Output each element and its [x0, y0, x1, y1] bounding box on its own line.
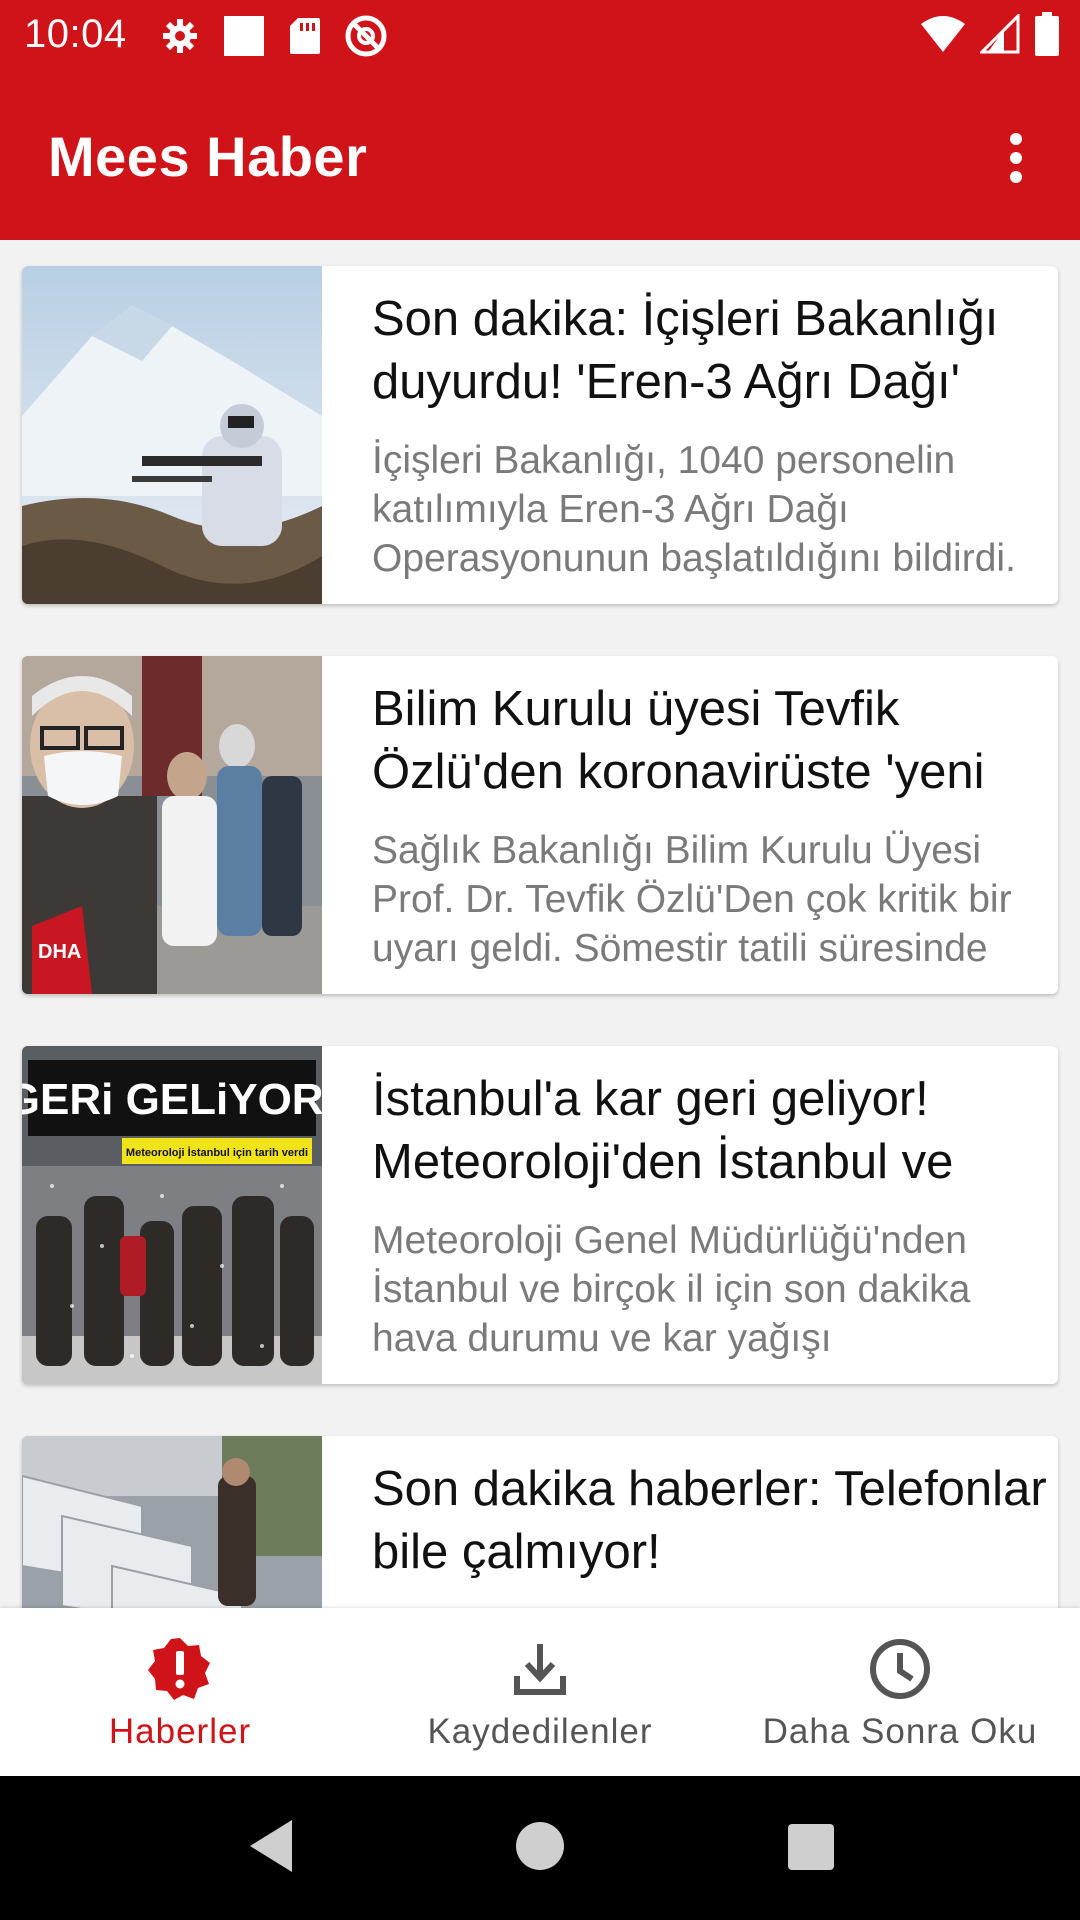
news-summary: Sağlık Bakanlığı Bilim Kurulu Üyesi Prof…: [372, 829, 1012, 970]
alert-badge-icon: [147, 1636, 213, 1707]
status-bar: 10:04: [0, 0, 1080, 72]
settings-icon: [160, 16, 200, 56]
more-vert-icon: [1008, 132, 1024, 189]
news-thumbnail: GERi GELiYOR! Meteoroloji İstanbul için …: [22, 1046, 322, 1384]
app-bar: Mees Haber: [0, 72, 1080, 240]
download-icon: [507, 1636, 573, 1707]
bottom-navigation: Haberler Kaydedilenler Daha Sonra Oku: [0, 1608, 1080, 1776]
recents-icon[interactable]: [784, 1814, 840, 1883]
news-title: Bilim Kurulu üyesi Tevfik Özlü'den koron…: [372, 682, 985, 799]
app-title: Mees Haber: [48, 125, 368, 188]
news-card-text: Son dakika haberler: Telefonlar bile çal…: [372, 1458, 1052, 1608]
do-not-disturb-icon: [344, 14, 388, 58]
cell-signal-icon: [980, 14, 1020, 54]
news-thumbnail: [22, 1436, 322, 1608]
news-title: Son dakika: İçişleri Bakanlığı duyurdu! …: [372, 292, 999, 409]
news-feed[interactable]: Son dakika: İçişleri Bakanlığı duyurdu! …: [0, 240, 1080, 1608]
square-icon: [222, 14, 266, 58]
news-card[interactable]: GERi GELiYOR! Meteoroloji İstanbul için …: [22, 1046, 1058, 1384]
news-card[interactable]: DHA Bilim Kurulu üyesi Tevfik Özlü'den k…: [22, 656, 1058, 994]
system-navigation-bar: [0, 1776, 1080, 1920]
more-options-button[interactable]: [980, 124, 1052, 196]
nav-label: Daha Sonra Oku: [762, 1712, 1038, 1751]
home-icon[interactable]: [512, 1814, 568, 1883]
clock-icon: [867, 1636, 933, 1707]
news-card-text: Bilim Kurulu üyesi Tevfik Özlü'den koron…: [372, 678, 1052, 978]
nav-label: Kaydedilenler: [427, 1712, 653, 1751]
wifi-icon: [920, 14, 966, 54]
news-summary: Meteoroloji Genel Müdürlüğü'nden İstanbu…: [372, 1219, 971, 1360]
nav-item-kaydedilenler[interactable]: Kaydedilenler: [360, 1608, 720, 1776]
status-time: 10:04: [24, 12, 127, 56]
thumb-badge: DHA: [38, 941, 81, 963]
news-title: Son dakika haberler: Telefonlar bile çal…: [372, 1462, 1047, 1579]
status-notification-icons: [160, 14, 388, 58]
news-card[interactable]: Son dakika: İçişleri Bakanlığı duyurdu! …: [22, 266, 1058, 604]
thumb-headline: GERi GELiYOR!: [22, 1075, 322, 1124]
battery-icon: [1034, 12, 1060, 56]
back-icon[interactable]: [244, 1814, 300, 1883]
nav-item-haberler[interactable]: Haberler: [0, 1608, 360, 1776]
sd-card-icon: [288, 16, 322, 56]
news-summary: İçişleri Bakanlığı, 1040 personelin katı…: [372, 439, 1016, 580]
news-thumbnail: [22, 266, 322, 604]
nav-label: Haberler: [108, 1712, 252, 1751]
thumb-subline: Meteoroloji İstanbul için tarih verdi: [126, 1146, 308, 1159]
status-system-icons: [920, 12, 1060, 56]
news-card-text: Son dakika: İçişleri Bakanlığı duyurdu! …: [372, 288, 1052, 588]
nav-item-daha-sonra-oku[interactable]: Daha Sonra Oku: [720, 1608, 1080, 1776]
news-card[interactable]: Son dakika haberler: Telefonlar bile çal…: [22, 1436, 1058, 1608]
news-thumbnail: DHA: [22, 656, 322, 994]
news-card-text: İstanbul'a kar geri geliyor! Meteoroloji…: [372, 1068, 1052, 1368]
news-title: İstanbul'a kar geri geliyor! Meteoroloji…: [372, 1072, 954, 1189]
